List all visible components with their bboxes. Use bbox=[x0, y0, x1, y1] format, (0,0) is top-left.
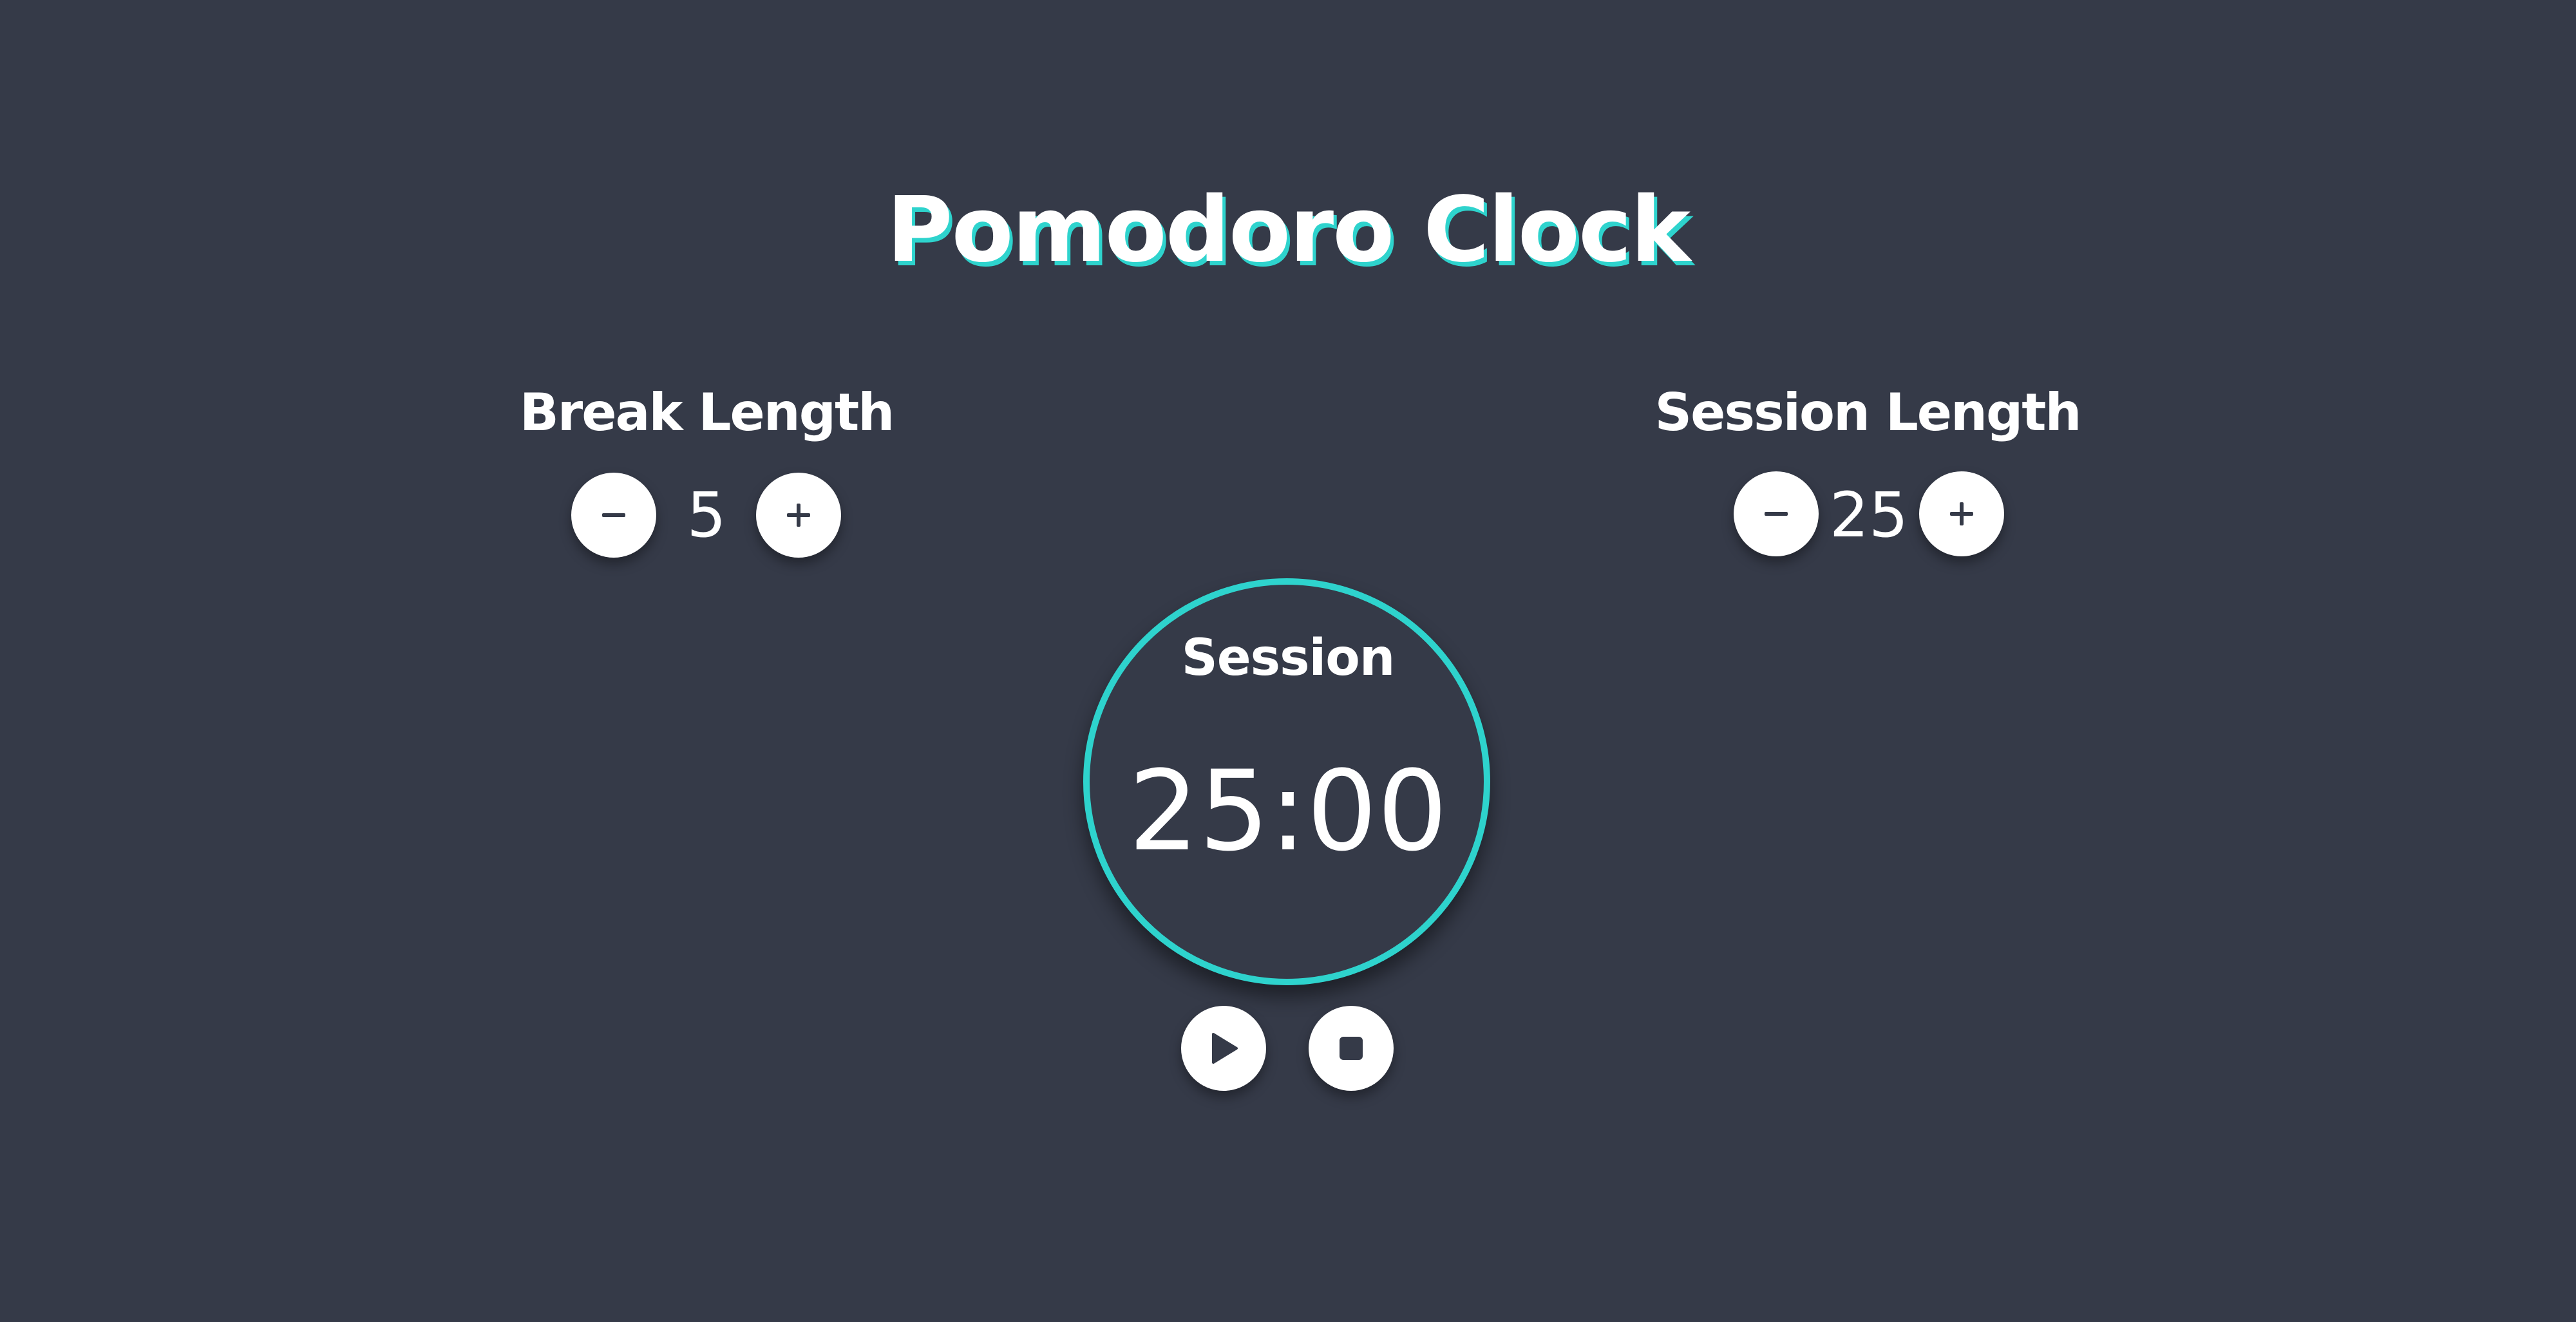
plus-icon bbox=[1949, 501, 1975, 527]
timer-label: Session bbox=[1181, 629, 1396, 687]
timer-display: 25:00 bbox=[1128, 746, 1448, 876]
break-increment-button[interactable] bbox=[756, 473, 841, 558]
session-length-value: 25 bbox=[1829, 479, 1909, 551]
stop-icon bbox=[1338, 1035, 1364, 1061]
minus-icon bbox=[1763, 501, 1789, 527]
minus-icon bbox=[601, 502, 627, 528]
break-decrement-button[interactable] bbox=[571, 473, 656, 558]
session-length-label: Session Length bbox=[1654, 382, 2082, 442]
play-icon bbox=[1208, 1032, 1239, 1065]
session-decrement-button[interactable] bbox=[1734, 471, 1819, 556]
app-title: Pomodoro Clock bbox=[886, 178, 1690, 283]
stop-button[interactable] bbox=[1309, 1006, 1394, 1091]
plus-icon bbox=[786, 502, 811, 528]
break-length-value: 5 bbox=[687, 479, 726, 551]
session-increment-button[interactable] bbox=[1919, 471, 2004, 556]
break-length-label: Break Length bbox=[519, 382, 895, 442]
play-button[interactable] bbox=[1181, 1006, 1266, 1091]
